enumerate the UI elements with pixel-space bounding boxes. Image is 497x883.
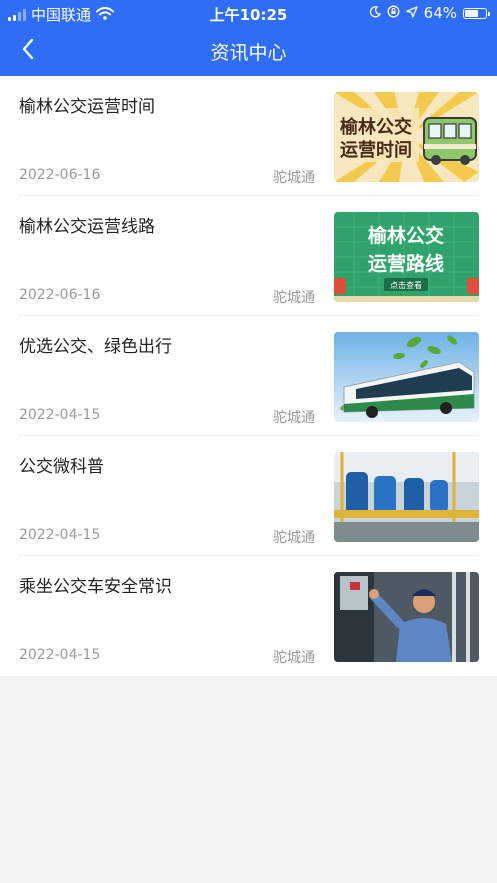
page-title: 资讯中心 xyxy=(210,42,287,64)
news-thumbnail: 榆林公交 运营路线 点击查看 xyxy=(334,212,479,302)
news-date: 2022-06-16 xyxy=(19,167,101,183)
location-arrow-icon xyxy=(406,4,418,22)
news-source: 驼城通 xyxy=(273,290,315,306)
news-title: 乘坐公交车安全常识 xyxy=(19,577,172,597)
news-item[interactable]: 榆林公交运营时间 2022-06-16 驼城通 榆林公交 运营时间 xyxy=(18,76,479,196)
news-date: 2022-04-15 xyxy=(19,527,101,543)
news-thumbnail xyxy=(334,572,479,662)
thumbnail-line-2: 运营时间 xyxy=(340,139,412,161)
news-item[interactable]: 乘坐公交车安全常识 2022-04-15 驼城通 xyxy=(18,556,479,676)
news-date: 2022-06-16 xyxy=(19,287,101,303)
news-date: 2022-04-15 xyxy=(19,407,101,423)
thumbnail-line-2: 运营路线 xyxy=(368,252,444,275)
nav-bar: 资讯中心 xyxy=(0,28,497,74)
news-source: 驼城通 xyxy=(273,650,315,666)
news-title: 公交微科普 xyxy=(19,457,104,477)
news-source: 驼城通 xyxy=(273,530,315,546)
news-thumbnail xyxy=(334,452,479,542)
thumbnail-button: 点击查看 xyxy=(390,280,422,290)
news-item[interactable]: 榆林公交运营线路 2022-06-16 驼城通 榆林公交 运营路线 点击查看 xyxy=(18,196,479,316)
news-thumbnail: 榆林公交 运营时间 xyxy=(334,92,479,182)
status-right: 64% xyxy=(369,4,490,22)
thumbnail-line-1: 榆林公交 xyxy=(368,224,444,247)
status-bar: 中国联通 上午10:25 64% xyxy=(0,0,497,26)
news-item[interactable]: 优选公交、绿色出行 2022-04-15 驼城通 xyxy=(18,316,479,436)
orientation-lock-icon xyxy=(387,4,400,22)
battery-icon xyxy=(463,7,490,19)
news-thumbnail xyxy=(334,332,479,422)
news-list: 榆林公交运营时间 2022-06-16 驼城通 榆林公交 运营时间 榆林公交运营… xyxy=(0,76,497,676)
top-bar: 中国联通 上午10:25 64% 资讯中心 xyxy=(0,0,497,76)
battery-percent: 64% xyxy=(423,4,457,22)
news-title: 榆林公交运营线路 xyxy=(19,217,155,237)
bus-illustration xyxy=(423,117,477,165)
moon-icon xyxy=(369,4,381,22)
news-date: 2022-04-15 xyxy=(19,647,101,663)
news-title: 榆林公交运营时间 xyxy=(19,97,155,117)
news-source: 驼城通 xyxy=(273,410,315,426)
news-title: 优选公交、绿色出行 xyxy=(19,337,172,357)
news-item[interactable]: 公交微科普 2022-04-15 驼城通 xyxy=(18,436,479,556)
thumbnail-line-1: 榆林公交 xyxy=(340,116,412,138)
news-source: 驼城通 xyxy=(273,170,315,186)
